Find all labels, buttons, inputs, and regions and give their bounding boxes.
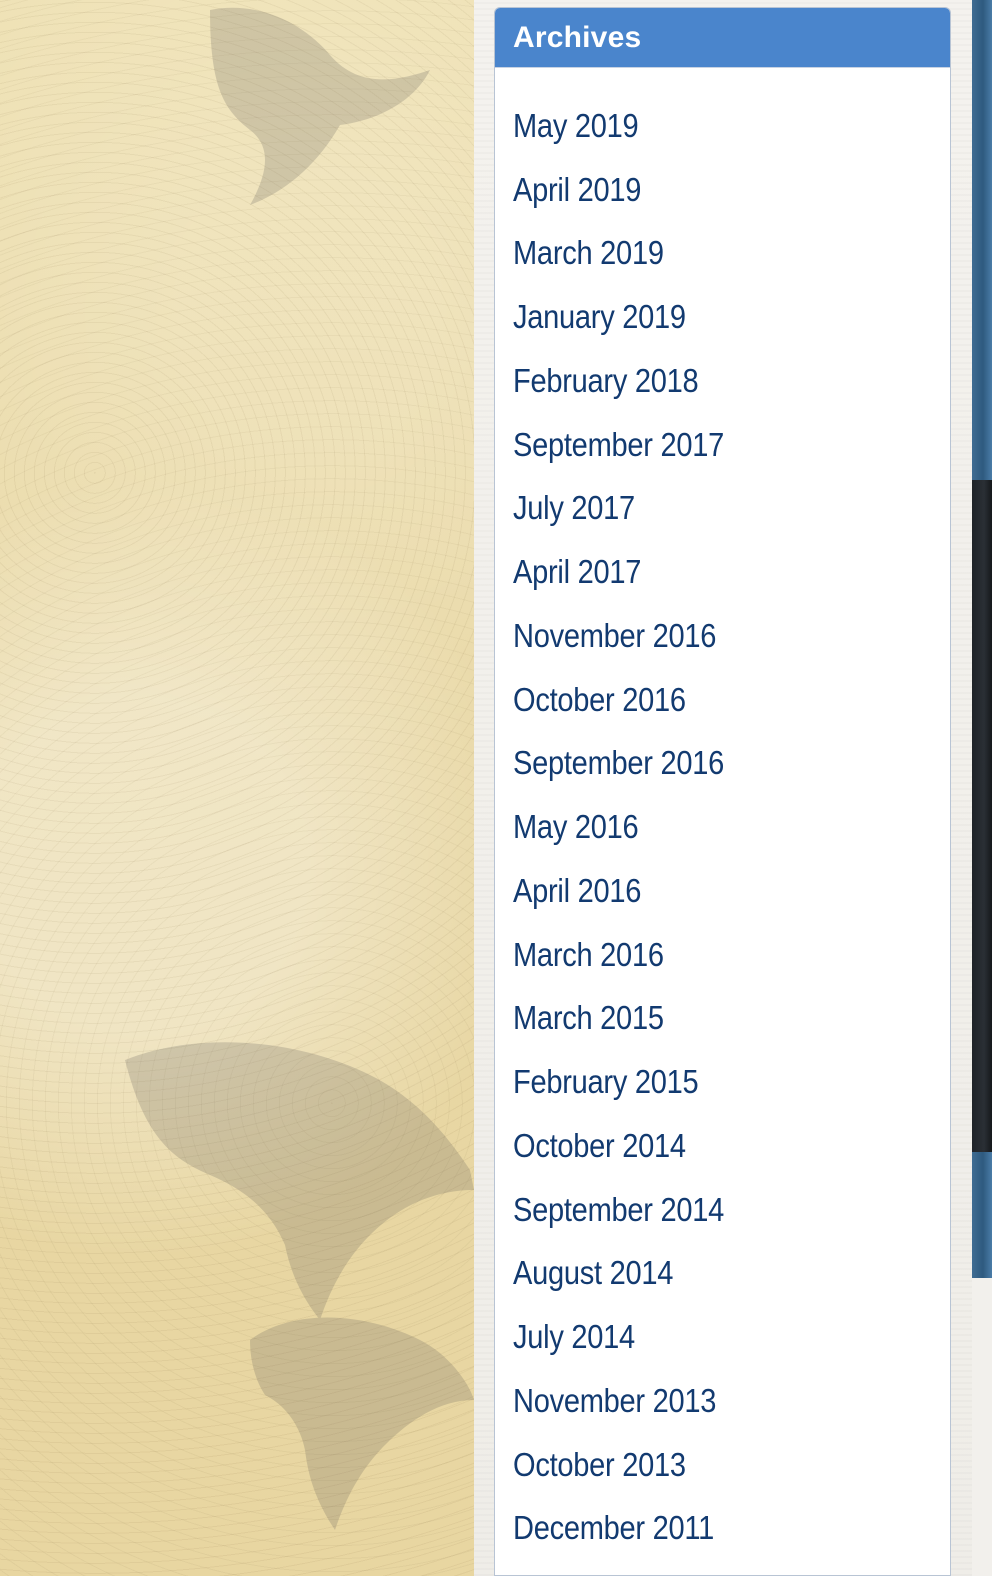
bird-shadow-bottom <box>125 1042 474 1530</box>
archives-list-item: July 2014 <box>513 1305 950 1369</box>
archives-header: Archives <box>495 8 950 68</box>
archive-link-april-2019[interactable]: April 2019 <box>513 171 641 209</box>
archive-link-march-2015[interactable]: March 2015 <box>513 999 664 1037</box>
archives-list-item: February 2015 <box>513 1050 950 1114</box>
archive-link-may-2019[interactable]: May 2019 <box>513 107 639 145</box>
archives-list-item: September 2017 <box>513 413 950 477</box>
archives-list-item: March 2015 <box>513 987 950 1051</box>
archives-list-item: February 2018 <box>513 349 950 413</box>
archives-list-item: October 2014 <box>513 1114 950 1178</box>
bird-shadow-top <box>210 7 430 205</box>
archives-list-item: August 2014 <box>513 1242 950 1306</box>
archives-list-item: November 2013 <box>513 1369 950 1433</box>
archives-list-item: January 2019 <box>513 285 950 349</box>
archive-link-august-2014[interactable]: August 2014 <box>513 1254 673 1292</box>
archives-list: May 2019 April 2019 March 2019 January 2… <box>495 68 950 1560</box>
archives-list-item: April 2019 <box>513 158 950 222</box>
archives-list-item: July 2017 <box>513 477 950 541</box>
archives-list-item: May 2019 <box>513 94 950 158</box>
archive-link-july-2017[interactable]: July 2017 <box>513 489 635 527</box>
archives-widget: Archives May 2019 April 2019 March 2019 … <box>494 7 951 1576</box>
archive-link-january-2019[interactable]: January 2019 <box>513 298 686 336</box>
archives-list-item: April 2017 <box>513 540 950 604</box>
right-edge-blue-bottom <box>972 1152 992 1278</box>
archive-link-october-2016[interactable]: October 2016 <box>513 681 686 719</box>
archives-list-item: March 2016 <box>513 923 950 987</box>
archive-link-march-2019[interactable]: March 2019 <box>513 234 664 272</box>
archive-link-october-2014[interactable]: October 2014 <box>513 1127 686 1165</box>
archives-list-item: September 2014 <box>513 1178 950 1242</box>
right-edge-blue-top <box>972 0 992 480</box>
archives-title: Archives <box>513 20 642 54</box>
background-parchment <box>0 0 474 1576</box>
archive-link-december-2011[interactable]: December 2011 <box>513 1509 714 1547</box>
archive-link-november-2013[interactable]: November 2013 <box>513 1382 716 1420</box>
archives-list-item: May 2016 <box>513 795 950 859</box>
archives-list-item: October 2016 <box>513 668 950 732</box>
right-edge-dark <box>972 480 992 1152</box>
archive-link-may-2016[interactable]: May 2016 <box>513 808 639 846</box>
archive-link-september-2014[interactable]: September 2014 <box>513 1191 724 1229</box>
archive-link-march-2016[interactable]: March 2016 <box>513 936 664 974</box>
archive-link-september-2017[interactable]: September 2017 <box>513 426 724 464</box>
archives-list-item: December 2011 <box>513 1497 950 1561</box>
archive-link-september-2016[interactable]: September 2016 <box>513 744 724 782</box>
archives-list-item: March 2019 <box>513 222 950 286</box>
archive-link-november-2016[interactable]: November 2016 <box>513 617 716 655</box>
archive-link-april-2017[interactable]: April 2017 <box>513 553 641 591</box>
archive-link-february-2018[interactable]: February 2018 <box>513 362 699 400</box>
archive-link-october-2013[interactable]: October 2013 <box>513 1446 686 1484</box>
archive-link-april-2016[interactable]: April 2016 <box>513 872 641 910</box>
archives-list-item: November 2016 <box>513 604 950 668</box>
archive-link-february-2015[interactable]: February 2015 <box>513 1063 699 1101</box>
archives-list-item: April 2016 <box>513 859 950 923</box>
archives-list-item: October 2013 <box>513 1433 950 1497</box>
archives-list-item: September 2016 <box>513 732 950 796</box>
right-edge-strip <box>972 0 992 1576</box>
archive-link-july-2014[interactable]: July 2014 <box>513 1318 635 1356</box>
